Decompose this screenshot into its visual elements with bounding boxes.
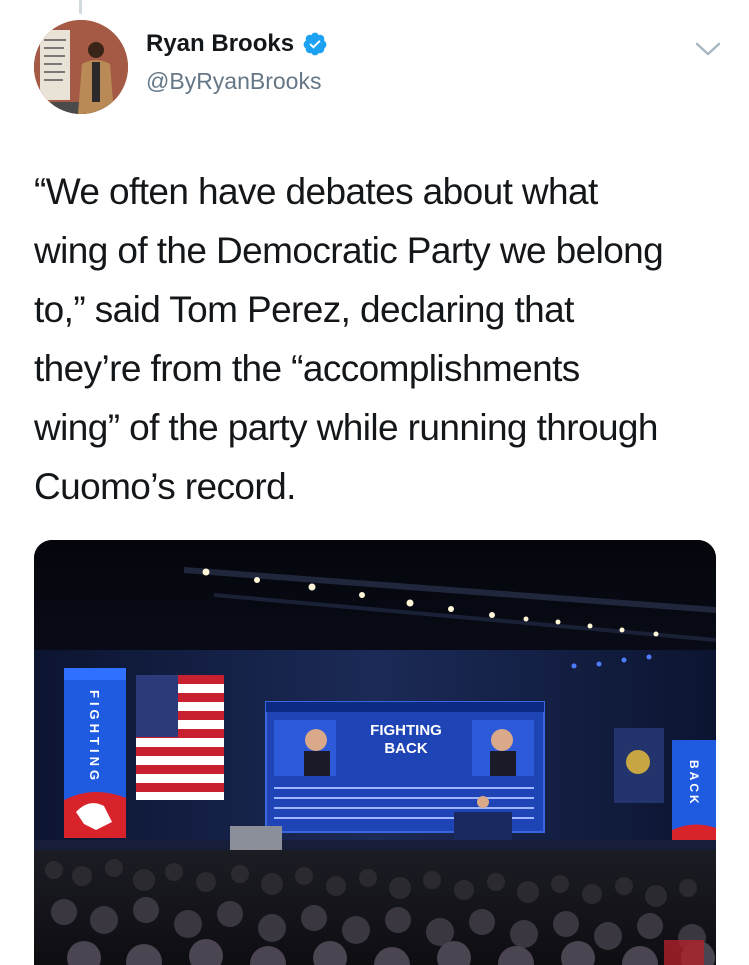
tweet-text-line: to,” said Tom Perez, declaring that (34, 289, 574, 330)
avatar[interactable] (34, 20, 128, 114)
thread-connector-line (79, 0, 82, 14)
author-display-name[interactable]: Ryan Brooks (146, 30, 294, 58)
left-banner-text: FIGHTING (87, 690, 102, 784)
verified-badge-icon (303, 32, 327, 56)
chevron-down-icon[interactable] (693, 38, 723, 60)
tweet-text-line: they’re from the “accomplishments (34, 348, 580, 389)
tweet-text: “We often have debates about what wing o… (34, 162, 724, 516)
tweet-text-line: wing” of the party while running through (34, 407, 658, 448)
right-banner-text: BACK (687, 760, 701, 807)
tweet-text-line: wing of the Democratic Party we belong (34, 230, 664, 271)
tweet-media-photo[interactable]: FIGHTING FIGHTING BACK BACK (34, 540, 716, 965)
author-handle[interactable]: @ByRyanBrooks (146, 68, 321, 95)
tweet-text-line: Cuomo’s record. (34, 466, 296, 507)
screen-title-line2: BACK (384, 740, 427, 757)
screen-title-line1: FIGHTING (370, 722, 442, 739)
tweet-text-line: “We often have debates about what (34, 171, 598, 212)
